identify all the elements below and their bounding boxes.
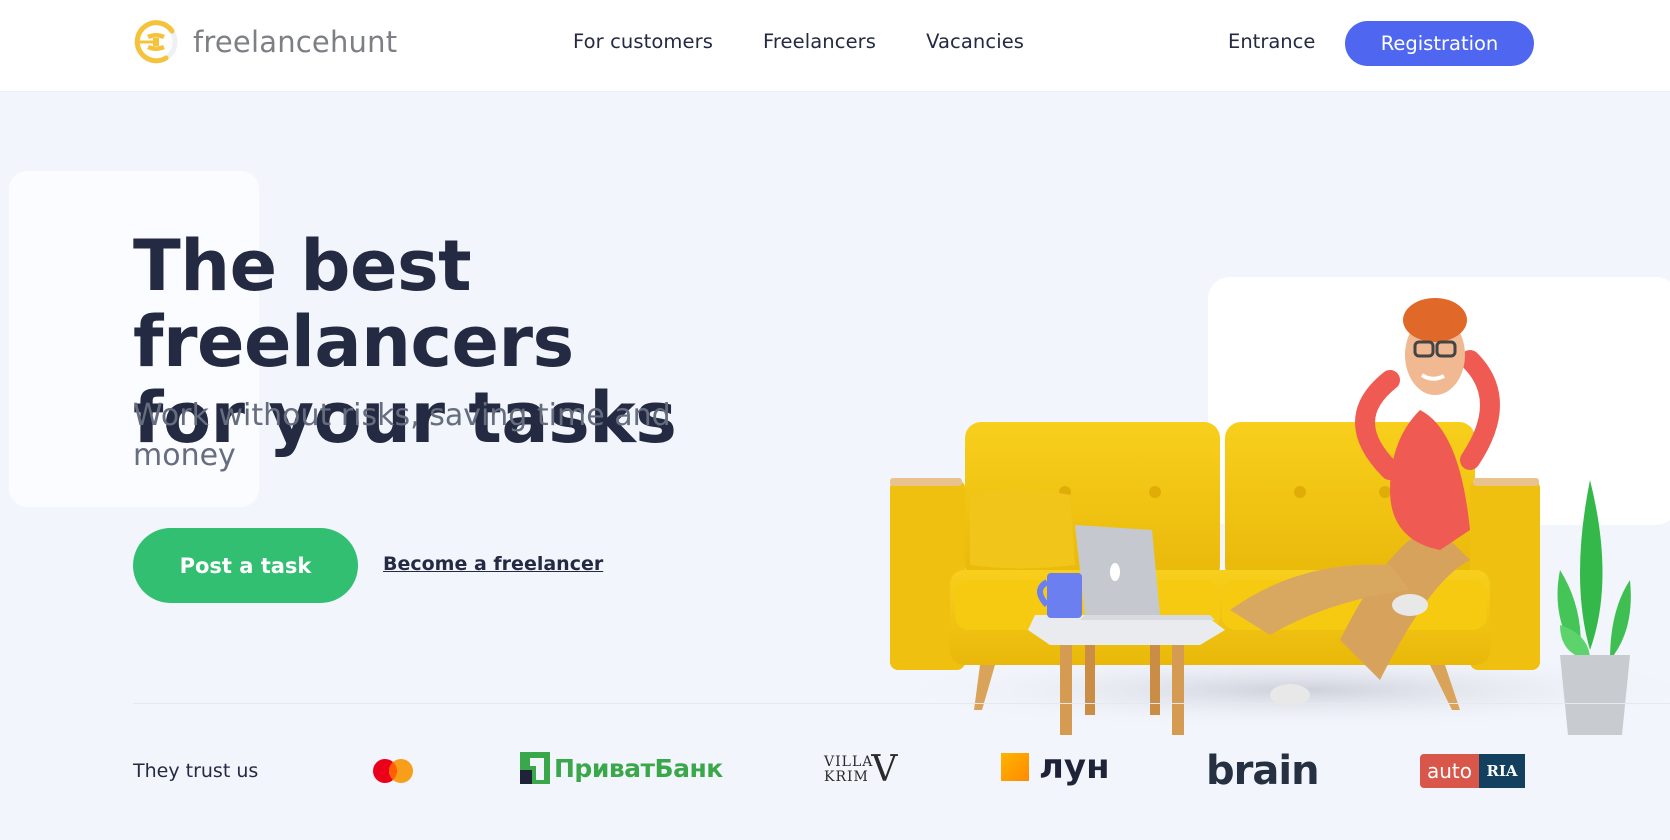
ria-text: RIA [1479,754,1526,788]
lun-square-icon [1001,753,1029,781]
post-task-button[interactable]: Post a task [133,528,358,603]
entrance-link[interactable]: Entrance [1228,30,1315,53]
trust-label: They trust us [133,760,259,782]
privatbank-text: ПриватБанк [554,753,723,783]
become-freelancer-link[interactable]: Become a freelancer [383,553,603,575]
logo-text: freelancehunt [193,25,398,59]
mastercard-icon [373,759,413,783]
villa-v-mark: V [871,749,898,790]
autoria-logo: auto RIA [1420,754,1526,788]
site-header: freelancehunt For customers Freelancers … [0,0,1670,92]
nav-for-customers[interactable]: For customers [573,30,713,53]
mastercard-logo [372,758,414,784]
logo-link[interactable]: freelancehunt [133,19,397,65]
brain-text: brain [1206,748,1320,794]
plant [1557,480,1631,735]
privatbank-logo: ПриватБанк [520,752,723,784]
hero-title-line-1: The best freelancers [133,225,574,383]
hero-illustration [880,298,1670,735]
brain-logo: brain [1206,748,1320,794]
villa-text-line-2: KRIM [824,769,869,785]
privatbank-icon [520,752,550,784]
pillow [970,490,1075,569]
villa-krim-logo: VILLA KRIM V [824,752,897,788]
lun-text: лун [1039,747,1110,787]
freelancehunt-logo-icon [134,20,178,64]
auto-text: auto [1420,754,1480,788]
registration-button[interactable]: Registration [1345,21,1534,66]
lun-logo: лун [1001,747,1110,787]
villa-text-line-1: VILLA [824,754,874,770]
main-nav: For customers Freelancers Vacancies [573,30,1074,53]
section-divider [133,703,1670,704]
nav-vacancies[interactable]: Vacancies [926,30,1024,53]
hero-subtitle: Work without risks, saving time and mone… [133,398,671,473]
nav-freelancers[interactable]: Freelancers [763,30,876,53]
